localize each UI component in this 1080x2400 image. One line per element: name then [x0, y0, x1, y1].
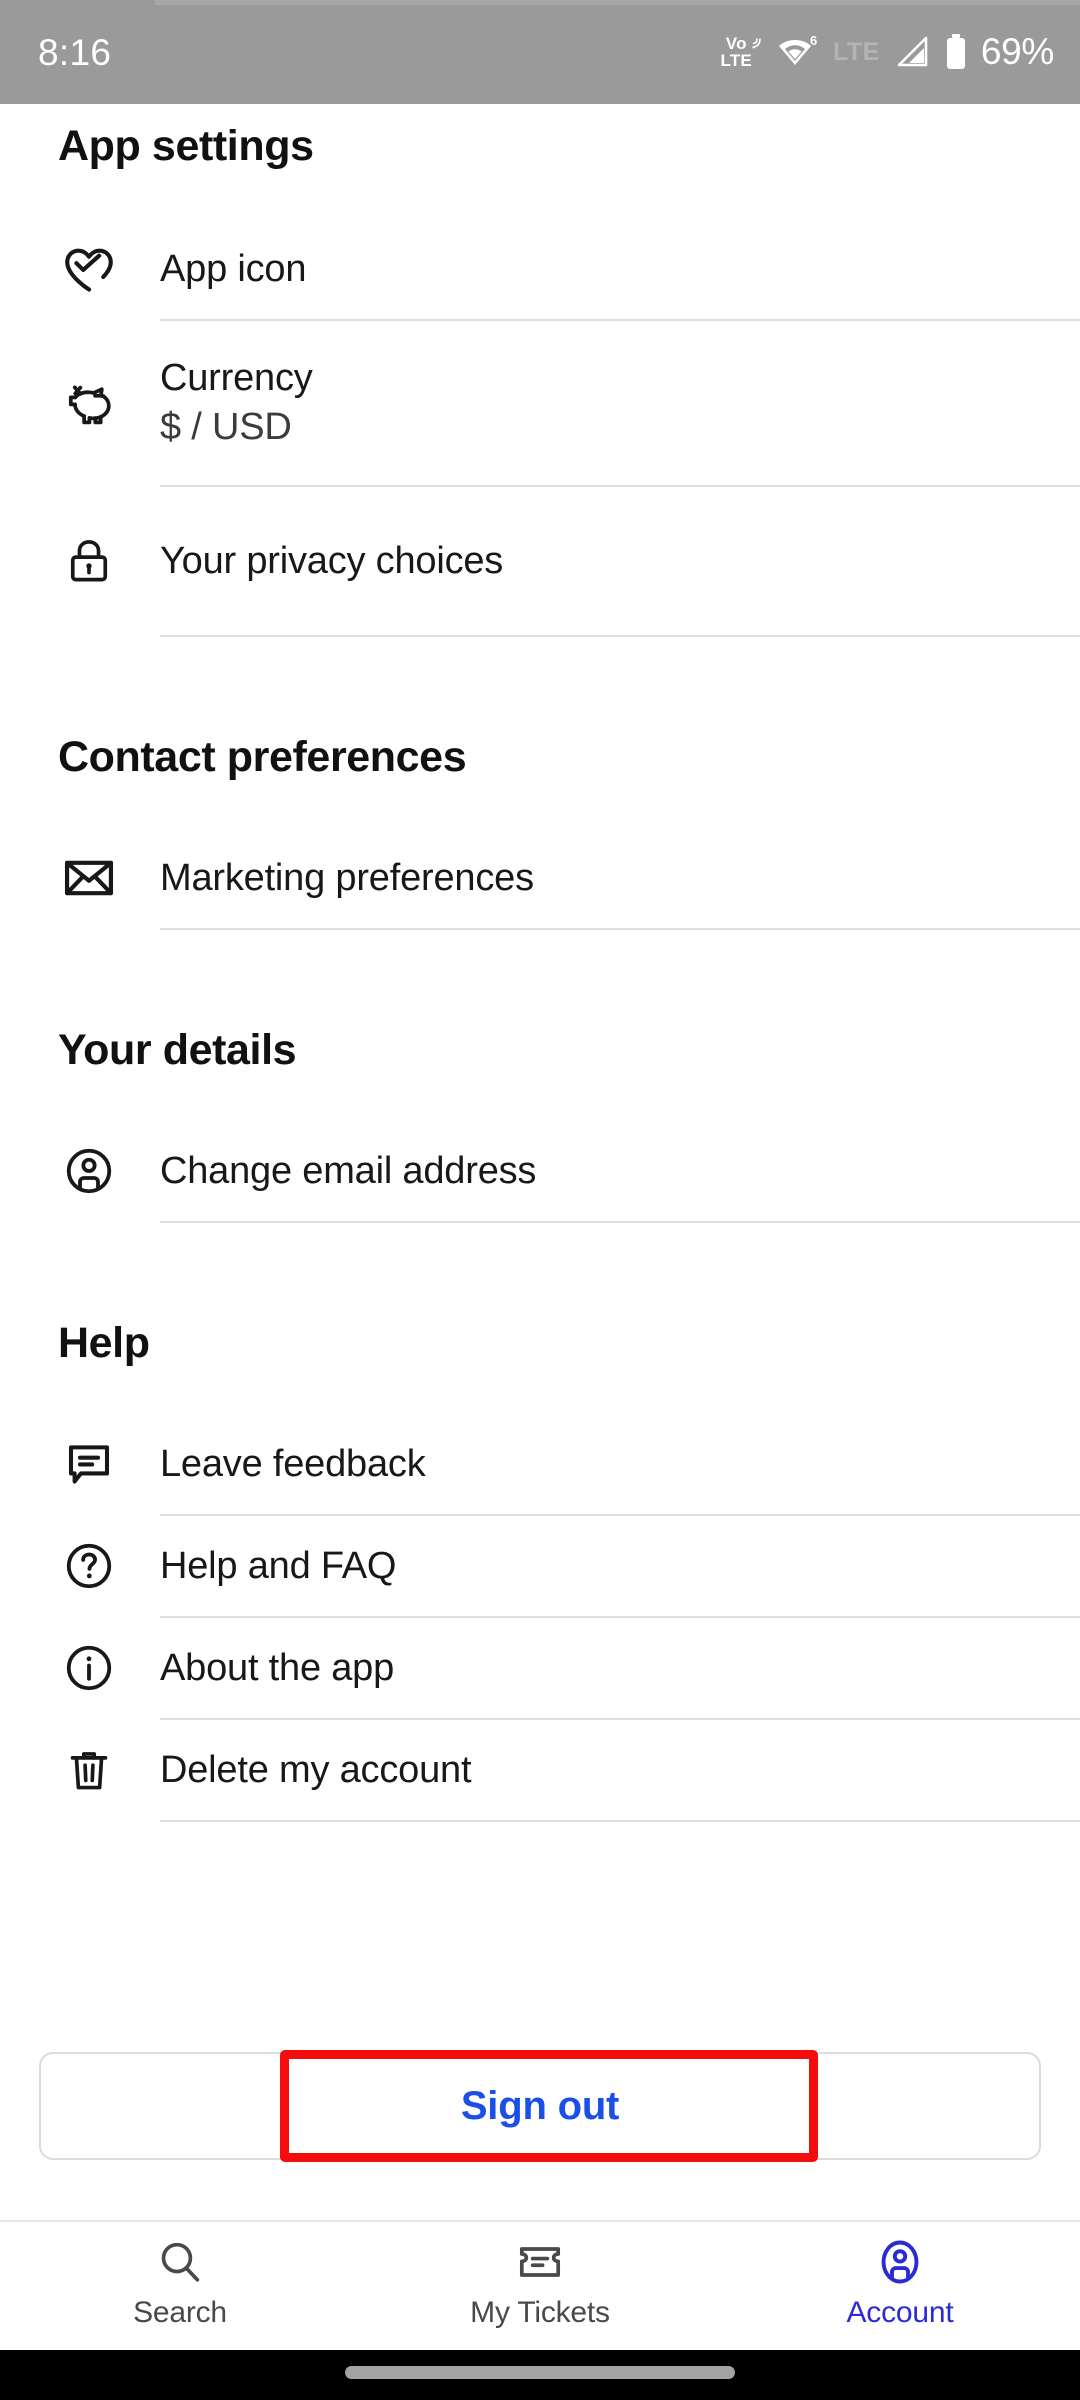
trash-icon: [58, 1739, 120, 1801]
settings-row-label: Currency: [160, 356, 313, 399]
sign-out-label: Sign out: [460, 2083, 620, 2128]
svg-text:6: 6: [810, 33, 817, 48]
volte-vo-label: Vo: [725, 33, 747, 53]
status-bar: 8:16 Vo LTE 6 LTE 69%: [0, 0, 1080, 104]
settings-row-value: $ / USD: [160, 405, 292, 448]
settings-row-app-icon[interactable]: App icon: [0, 219, 1080, 319]
row-divider: [160, 1820, 1080, 1822]
settings-row-label: Leave feedback: [160, 1442, 426, 1485]
settings-row-label: About the app: [160, 1646, 395, 1689]
settings-row-label: Marketing preferences: [160, 856, 534, 899]
heart-check-icon: [58, 238, 120, 300]
section-heading-help: Help: [58, 1319, 150, 1367]
question-circle-icon: [58, 1535, 120, 1597]
settings-row-leave-feedback[interactable]: Leave feedback: [0, 1414, 1080, 1514]
settings-row-change-email[interactable]: Change email address: [0, 1121, 1080, 1221]
lte-icon: LTE: [832, 37, 880, 66]
ticket-icon: [519, 2247, 561, 2277]
section-heading-contact-preferences: Contact preferences: [58, 733, 467, 781]
settings-row-label: Delete my account: [160, 1748, 472, 1791]
sign-out-button[interactable]: Sign out: [39, 2052, 1041, 2160]
bottom-navigation-bar: Search My Tickets Account: [0, 2220, 1080, 2350]
settings-row-help-faq[interactable]: Help and FAQ: [0, 1516, 1080, 1616]
settings-row-marketing-preferences[interactable]: Marketing preferences: [0, 828, 1080, 928]
gesture-handle[interactable]: [345, 2366, 735, 2379]
settings-row-privacy-choices[interactable]: Your privacy choices: [0, 487, 1080, 635]
nav-item-label: Account: [846, 2296, 954, 2329]
settings-row-label: App icon: [160, 247, 307, 290]
nav-item-account[interactable]: Account: [720, 2236, 1080, 2328]
search-icon: [161, 2242, 200, 2282]
phone-screen: 8:16 Vo LTE 6 LTE 69% App settings App i…: [0, 0, 1080, 2400]
nav-item-label: My Tickets: [470, 2296, 610, 2329]
settings-row-label: Help and FAQ: [160, 1544, 397, 1587]
section-heading-your-details: Your details: [58, 1026, 297, 1074]
settings-scroll-content[interactable]: App settings App icon Currency $ / USD Y…: [0, 104, 1080, 2220]
info-circle-icon: [58, 1637, 120, 1699]
volte-signal-arcs: [752, 37, 761, 49]
system-gesture-area: [0, 2350, 1080, 2400]
settings-row-currency[interactable]: Currency $ / USD: [0, 321, 1080, 485]
nav-item-label: Search: [133, 2296, 227, 2329]
settings-row-delete-account[interactable]: Delete my account: [0, 1720, 1080, 1820]
lock-icon: [58, 530, 120, 592]
signal-icon: [897, 36, 928, 67]
nav-item-search[interactable]: Search: [0, 2236, 360, 2328]
piggy-bank-icon: [58, 372, 120, 434]
section-heading-app-settings: App settings: [58, 122, 314, 170]
battery-icon: [946, 34, 965, 69]
status-bar-indicators: Vo LTE 6 LTE 69%: [720, 31, 1055, 73]
volte-lte-label: LTE: [720, 51, 752, 70]
wifi-icon: 6: [778, 33, 817, 65]
sign-out-container: Sign out: [0, 2052, 1080, 2160]
person-circle-icon: [58, 1140, 120, 1202]
status-bar-clock: 8:16: [38, 31, 112, 73]
settings-row-label: Change email address: [160, 1149, 537, 1192]
battery-percent-label: 69%: [980, 31, 1054, 72]
envelope-icon: [58, 847, 120, 909]
settings-row-about-the-app[interactable]: About the app: [0, 1618, 1080, 1718]
status-bar-top-strip: [155, 0, 1080, 5]
settings-row-label: Your privacy choices: [160, 539, 504, 582]
account-icon: [881, 2240, 919, 2284]
volte-icon: Vo LTE: [720, 33, 763, 70]
nav-item-my-tickets[interactable]: My Tickets: [360, 2236, 720, 2328]
speech-bubble-icon: [58, 1433, 120, 1495]
